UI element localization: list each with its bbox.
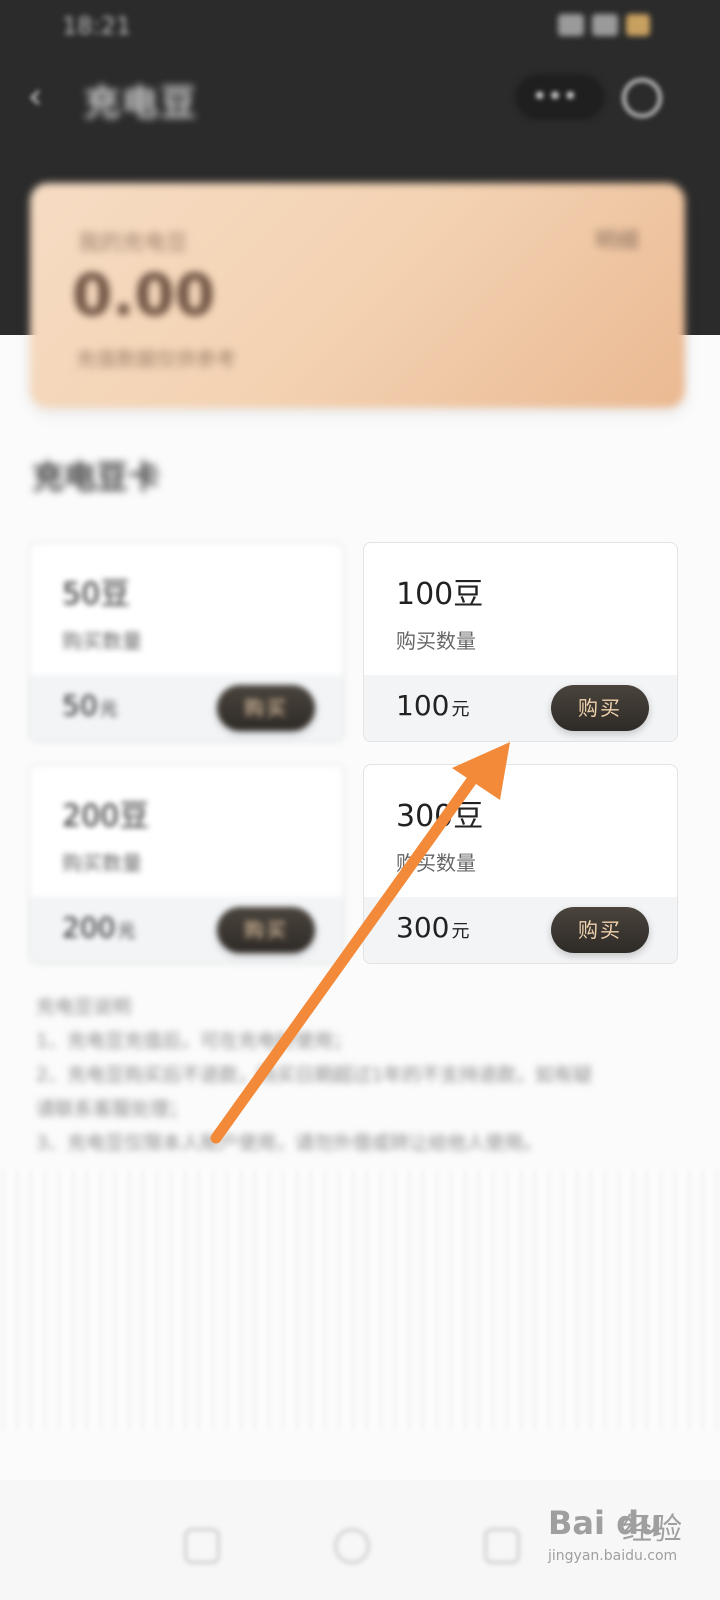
- card-footer: 300 元 购买: [364, 897, 677, 963]
- battery-icon: [626, 14, 650, 36]
- card-footer: 200 元 购买: [30, 897, 343, 963]
- baidu-watermark: Bai du 经验 jingyan.baidu.com: [548, 1492, 708, 1592]
- bean-card-200[interactable]: 200豆 购买数量 200 元 购买: [29, 764, 344, 964]
- price-value: 50: [62, 689, 98, 722]
- buy-button[interactable]: 购买: [551, 685, 649, 731]
- nav-circle-icon[interactable]: [334, 1528, 370, 1564]
- rules-line: 2、充电豆购买后不退款，购买日期超过1年的不支持退款，如有疑: [36, 1064, 593, 1086]
- bean-card-50[interactable]: 50豆 购买数量 50 元 购买: [29, 542, 344, 742]
- buy-button[interactable]: 购买: [551, 907, 649, 953]
- rules-line: 1、充电豆充值后，可在充电时使用；: [36, 1030, 353, 1052]
- price-value: 300: [396, 911, 450, 944]
- price-unit: 元: [451, 699, 470, 720]
- rules-section: 充电豆说明 1、充电豆充值后，可在充电时使用； 2、充电豆购买后不退款，购买日期…: [36, 990, 676, 1160]
- status-icons: [558, 14, 650, 36]
- rules-line: 请联系客服处理；: [36, 1098, 189, 1120]
- quantity-label: 购买数量: [62, 629, 142, 653]
- card-footer: 50 元 购买: [30, 675, 343, 741]
- balance-note: 充值数据仅供参考: [76, 347, 236, 371]
- rules-title: 充电豆说明: [36, 996, 132, 1018]
- bean-card-300[interactable]: 300豆 购买数量 300 元 购买: [363, 764, 678, 964]
- price: 200 元: [62, 911, 135, 944]
- buy-button[interactable]: 购买: [217, 685, 315, 731]
- balance-value: 0.00: [72, 261, 216, 329]
- page-title: 充电豆: [84, 83, 199, 124]
- balance-card: 我的充电豆 明细 0.00 充值数据仅供参考: [30, 183, 685, 408]
- status-bar: 18:21: [0, 0, 720, 52]
- bean-amount: 300豆: [396, 799, 484, 834]
- watermark-url: jingyan.baidu.com: [548, 1548, 678, 1564]
- price: 100 元: [396, 689, 469, 722]
- bean-amount: 200豆: [62, 799, 150, 834]
- back-arrow-icon[interactable]: ‹: [28, 78, 54, 116]
- quantity-label: 购买数量: [396, 629, 476, 653]
- nav-home-icon[interactable]: [184, 1528, 220, 1564]
- watermark-text: 经验: [622, 1512, 682, 1547]
- price: 50 元: [62, 689, 118, 722]
- target-icon[interactable]: [622, 78, 662, 118]
- wifi-icon: [592, 14, 618, 36]
- section-title: 充电豆卡: [32, 458, 161, 496]
- nav-back-icon[interactable]: [484, 1528, 520, 1564]
- signal-icon: [558, 14, 584, 36]
- bean-card-100[interactable]: 100豆 购买数量 100 元 购买: [363, 542, 678, 742]
- price-value: 100: [396, 689, 450, 722]
- quantity-label: 购买数量: [396, 851, 476, 875]
- price-unit: 元: [117, 921, 136, 942]
- balance-label: 我的充电豆: [78, 231, 189, 256]
- price-unit: 元: [451, 921, 470, 942]
- quantity-label: 购买数量: [62, 851, 142, 875]
- status-time: 18:21: [62, 12, 132, 40]
- bean-amount: 100豆: [396, 577, 484, 612]
- bean-amount: 50豆: [62, 577, 131, 612]
- more-dots-icon[interactable]: •••: [532, 82, 578, 112]
- buy-button[interactable]: 购买: [217, 907, 315, 953]
- background-stripes: [0, 1170, 720, 1430]
- balance-detail-link[interactable]: 明细: [595, 223, 639, 255]
- card-footer: 100 元 购买: [364, 675, 677, 741]
- rules-line: 3、充电豆仅限本人账户使用，请勿外借或转让给他人使用。: [36, 1132, 543, 1154]
- price: 300 元: [396, 911, 469, 944]
- price-unit: 元: [99, 699, 118, 720]
- nav-bar: ‹ 充电豆 •••: [0, 52, 720, 142]
- price-value: 200: [62, 911, 116, 944]
